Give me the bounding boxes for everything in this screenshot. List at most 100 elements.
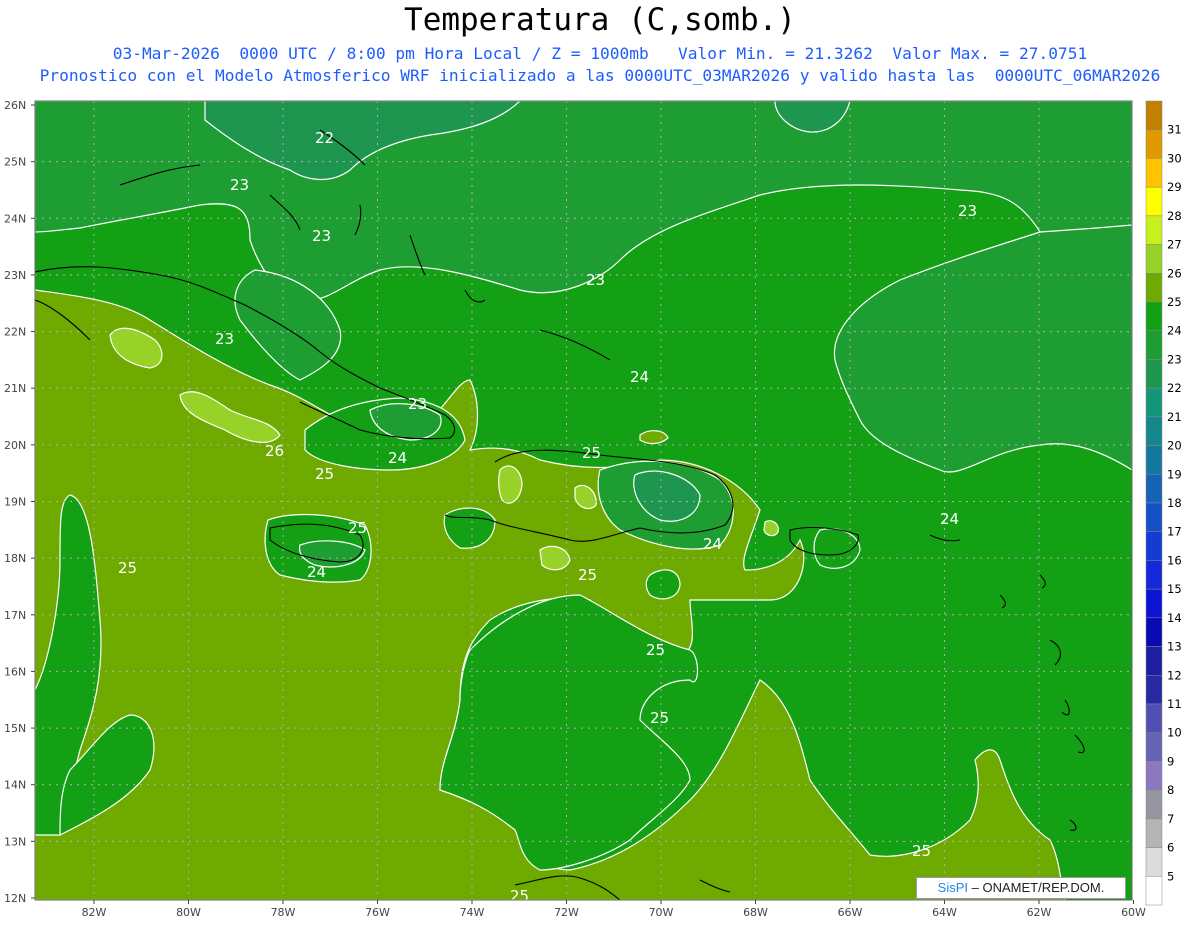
longitude-labels: 82W 80W 78W 76W 74W 72W 70W 68W 66W 64W 62W 60W [82,900,1146,919]
latitude-labels: 26N 25N 24N 23N 22N 21N 20N 19N 18N 17N 16N 15N 14N 1… [4,99,35,905]
colorbar-swatch [1145,732,1163,762]
lat-label: 23N [4,269,26,282]
contour-label: 24 [307,563,326,581]
credit-box: SisPI – ONAMET/REP.DOM. [916,877,1126,899]
colorbar-label: 15 [1167,582,1182,596]
field-24-island1 [645,569,681,600]
contour-label: 25 [348,519,367,537]
contour-label: 25 [510,887,529,905]
colorbar-swatch [1145,588,1163,619]
colorbar-swatch [1145,818,1163,848]
colorbar-label: 18 [1167,496,1182,510]
colorbar-label: 13 [1167,640,1182,654]
lat-label: 24N [4,212,26,225]
colorbar-label: 30 [1167,151,1182,165]
lat-label: 17N [4,609,26,622]
lon-label: 68W [743,906,768,919]
contour-label: 23 [215,330,234,348]
colorbar-swatch [1145,186,1163,217]
lat-label: 18N [4,552,26,565]
lat-label: 21N [4,382,26,395]
colorbar-label: 26 [1167,266,1182,280]
temperature-map: 22 23 23 23 23 23 23 24 24 24 24 24 25 2… [4,99,1182,919]
field-26-pr-w [763,520,779,537]
colorbar-label: 21 [1167,410,1182,424]
contour-label: 25 [118,559,137,577]
lat-label: 22N [4,326,26,339]
contour-label: 25 [315,465,334,483]
lat-label: 12N [4,892,26,905]
lon-label: 80W [176,906,201,919]
lat-label: 15N [4,722,26,735]
colorbar-label: 19 [1167,467,1182,481]
colorbar-label: 17 [1167,525,1182,539]
colorbar-swatch [1145,847,1163,877]
colorbar-label: 29 [1167,180,1182,194]
colorbar-swatch [1145,416,1163,446]
contour-label: 25 [582,444,601,462]
colorbar-label: 9 [1167,754,1174,768]
colorbar-swatch [1145,387,1163,418]
colorbar-label: 27 [1167,238,1182,252]
lat-label: 14N [4,779,26,792]
colorbar-swatch [1145,100,1163,130]
lon-label: 62W [1027,906,1052,919]
credit-text: – ONAMET/REP.DOM. [971,880,1105,895]
lon-label: 60W [1121,906,1146,919]
colorbar-label: 22 [1167,381,1182,395]
colorbar-label: 5 [1167,869,1174,883]
colorbar-swatch [1145,531,1163,561]
colorbar-swatch [1145,244,1163,274]
colorbar-label: 25 [1167,295,1182,309]
colorbar-swatch [1145,301,1163,331]
lat-label: 26N [4,99,26,112]
colorbar-swatch [1145,129,1163,159]
map-field [35,101,1132,900]
colorbar-swatch [1145,876,1163,906]
contour-label: 26 [265,442,284,460]
colorbar-swatch [1145,617,1163,647]
lon-label: 66W [838,906,863,919]
colorbar-label: 20 [1167,439,1182,453]
contour-label: 25 [578,566,597,584]
colorbar-label: 14 [1167,611,1182,625]
lon-label: 64W [932,906,957,919]
colorbar-swatch [1145,789,1163,820]
colorbar-swatch [1145,761,1163,791]
colorbar-label: 11 [1167,697,1182,711]
contour-label: 23 [312,227,331,245]
colorbar-swatch [1145,273,1163,303]
colorbar-swatch [1145,703,1163,733]
colorbar-swatch [1145,502,1163,532]
contour-label: 25 [912,842,931,860]
lat-label: 13N [4,835,26,848]
colorbar-label: 31 [1167,123,1182,137]
contour-label: 25 [646,641,665,659]
colorbar: 31 30 29 28 27 26 25 24 23 22 21 20 19 18 17 16 15 14 13 12… [1145,100,1182,906]
lat-label: 25N [4,156,26,169]
contour-label: 24 [940,510,959,528]
colorbar-label: 23 [1167,352,1182,366]
colorbar-label: 10 [1167,726,1182,740]
contour-label: 25 [650,709,669,727]
colorbar-label: 24 [1167,324,1182,338]
lon-label: 70W [649,906,674,919]
lat-label: 16N [4,665,26,678]
colorbar-label: 12 [1167,668,1182,682]
contour-label: 24 [703,535,722,553]
colorbar-swatch [1145,474,1163,504]
contour-label: 23 [958,202,977,220]
colorbar-swatch [1145,158,1163,188]
lon-label: 82W [82,906,107,919]
lon-label: 72W [554,906,579,919]
colorbar-label: 7 [1167,812,1174,826]
lon-label: 74W [460,906,485,919]
lat-label: 20N [4,439,26,452]
colorbar-swatch [1145,560,1163,590]
colorbar-swatch [1145,330,1163,360]
credit-brand: SisPI [937,880,969,895]
lat-label: 19N [4,496,26,509]
contour-label: 23 [230,176,249,194]
contour-label: 24 [630,368,649,386]
colorbar-label: 8 [1167,783,1174,797]
